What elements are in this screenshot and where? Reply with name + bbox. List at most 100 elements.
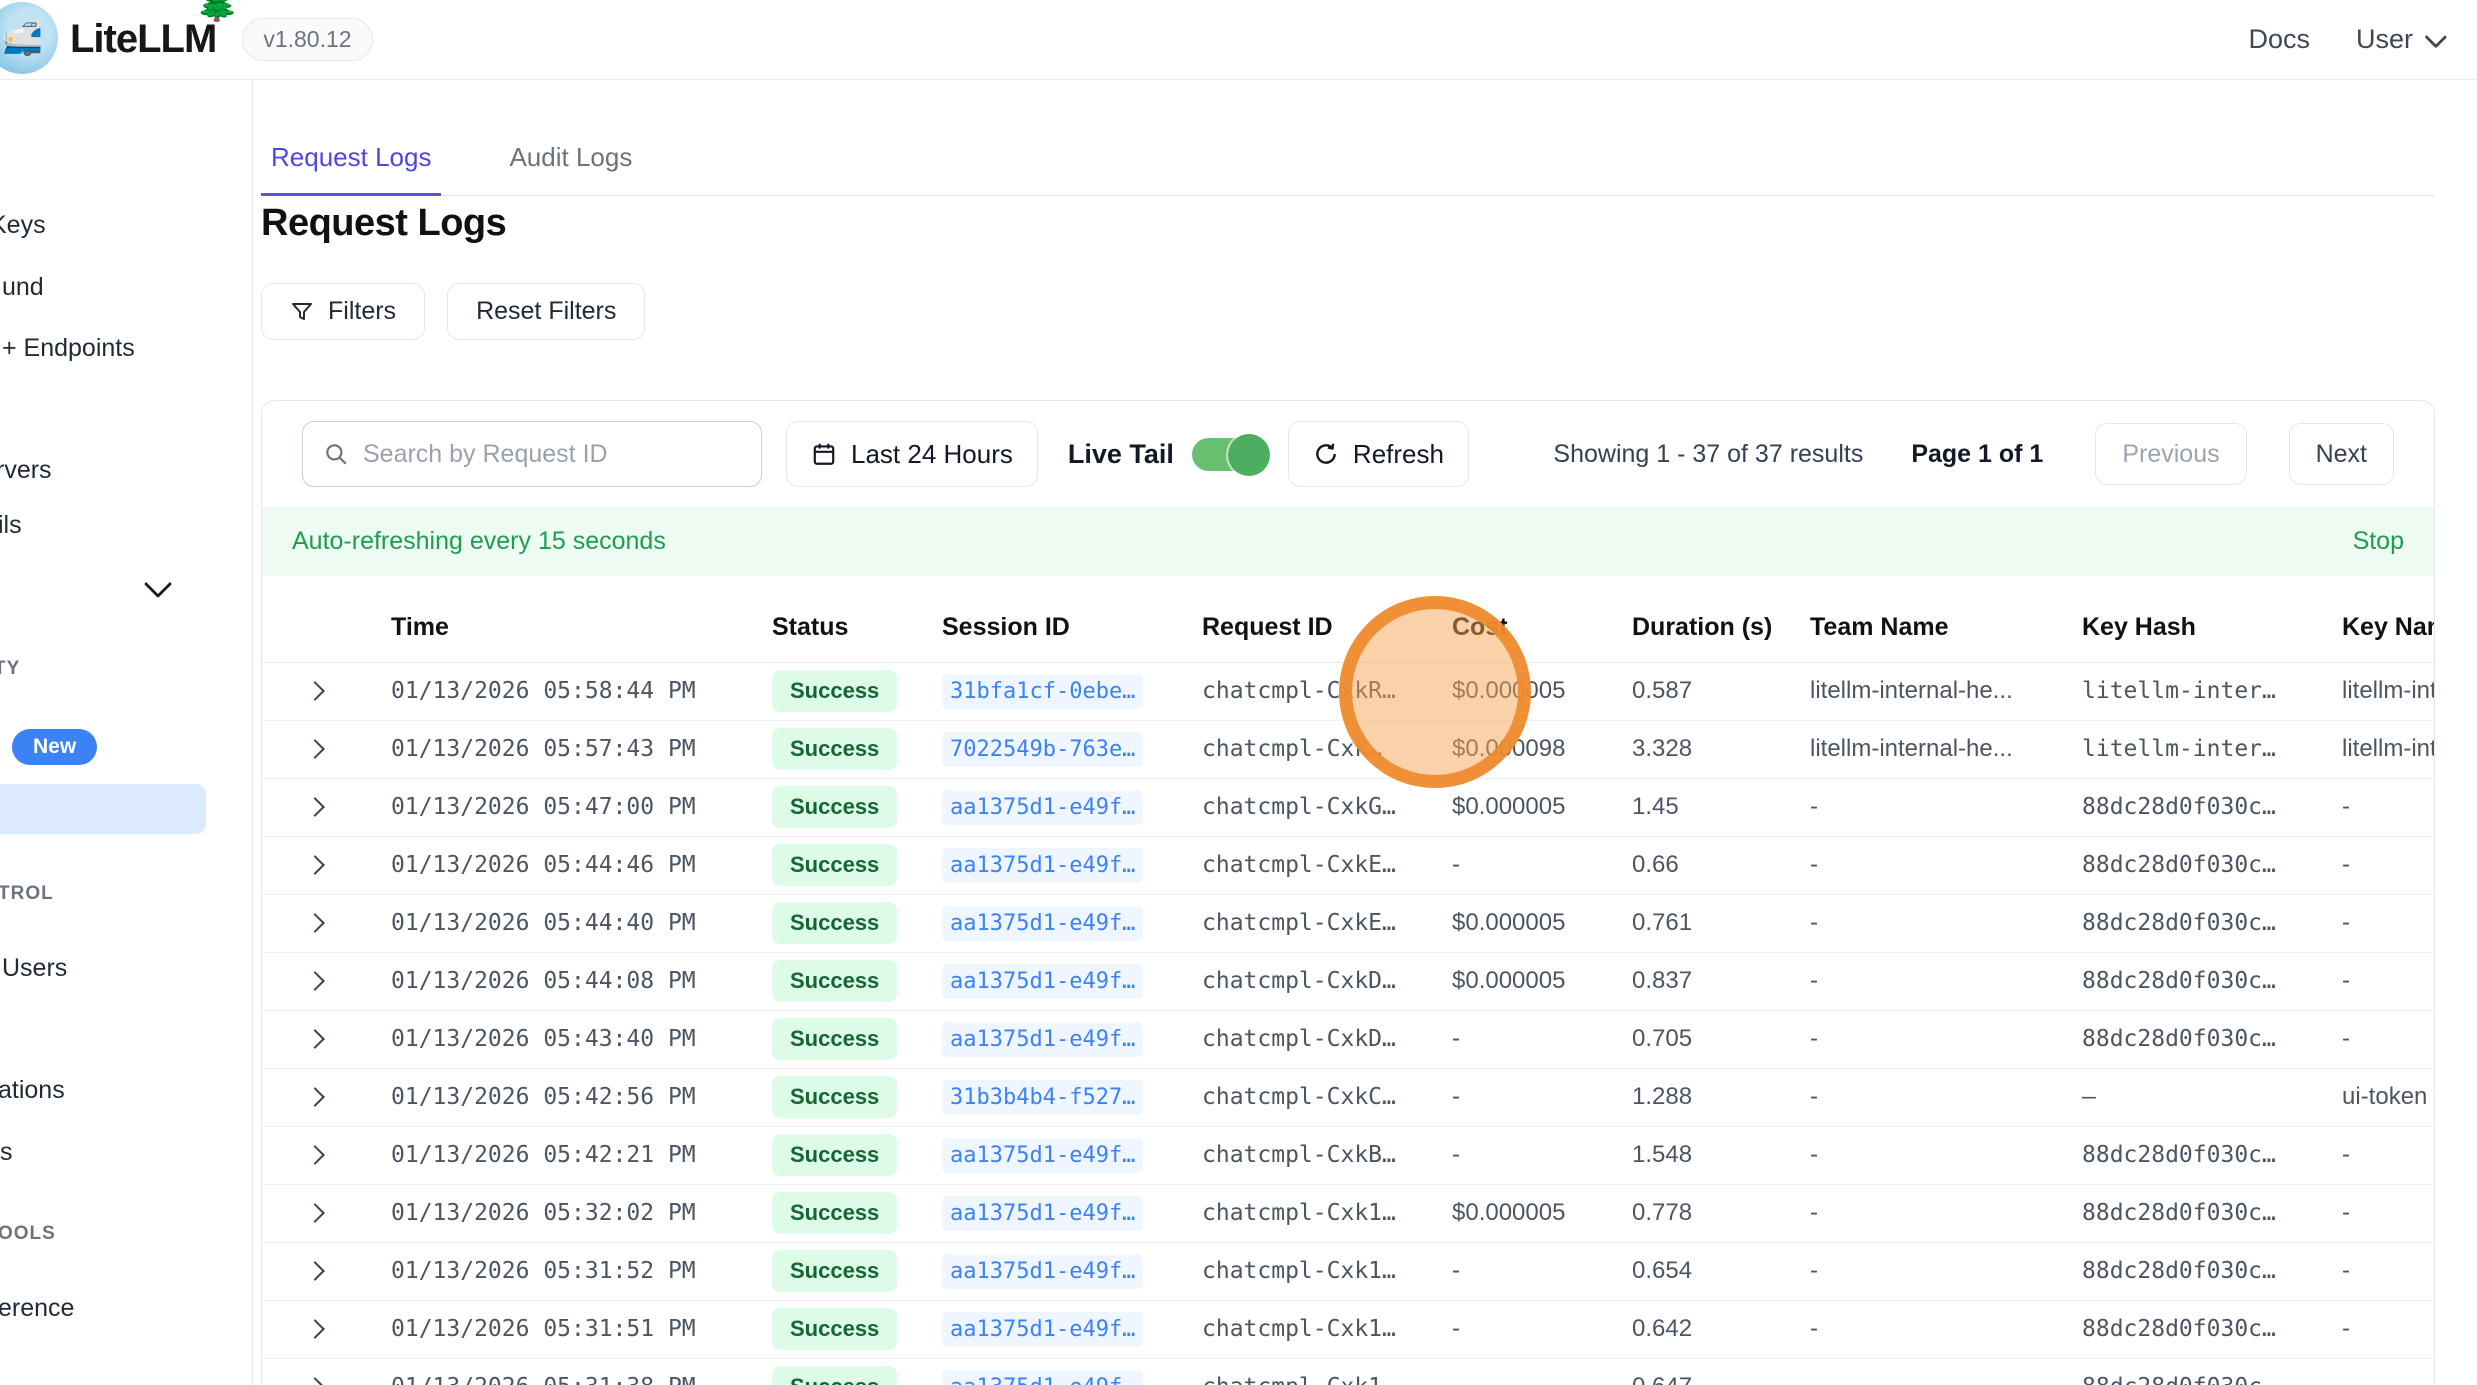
session-id-link[interactable]: 7022549b-763e… [942,732,1143,767]
expander-cell [262,1010,362,1068]
table-row: 01/13/2026 05:31:51 PMSuccessaa1375d1-e4… [262,1300,2435,1358]
duration-cell: 0.587 [1612,662,1802,720]
session-id-link[interactable]: aa1375d1-e49f… [942,848,1143,883]
status-badge: Success [772,786,897,828]
status-cell: Success [752,720,922,778]
sidebar-item[interactable]: + Endpoints [2,332,135,364]
filters-label: Filters [328,297,396,326]
team-name-cell: - [1802,952,2062,1010]
chevron-right-icon[interactable] [305,1203,325,1223]
chevron-right-icon[interactable] [305,1087,325,1107]
key-hash-cell: 88dc28d0f030c… [2062,1242,2322,1300]
sidebar-collapse-chevron-icon[interactable] [144,570,172,598]
search-icon [323,441,349,467]
request-id-cell: chatcmpl-Cxk… [1182,720,1442,778]
next-page-button[interactable]: Next [2289,423,2394,485]
team-name-cell: - [1802,1126,2062,1184]
table-row: 01/13/2026 05:47:00 PM Success aa1375d1-e4… [262,778,2435,836]
session-id-link[interactable]: 31b3b4b4-f527… [942,1080,1143,1115]
status-cell: Success [752,1358,922,1385]
cost-cell: $0.000005 [1442,778,1612,836]
refresh-button[interactable]: Refresh [1288,421,1469,487]
chevron-right-icon[interactable] [305,1145,325,1165]
expander-cell [262,1126,362,1184]
cost-cell: - [1442,1010,1612,1068]
sidebar-item[interactable]: und [2,271,44,303]
user-menu[interactable]: User [2356,24,2441,55]
request-id-cell: chatcmpl-Cxk1… [1182,1184,1442,1242]
duration-cell: 0.66 [1612,836,1802,894]
time-range-button[interactable]: Last 24 Hours [786,421,1038,487]
team-name-cell: litellm-internal-he... [1802,720,2062,778]
reset-filters-button[interactable]: Reset Filters [447,283,645,340]
session-id-cell: aa1375d1-e49f… [922,1358,1182,1385]
calendar-icon [811,441,837,467]
time-cell: 01/13/2026 05:42:56 PM [362,1068,752,1126]
status-badge: Success [772,902,897,944]
sidebar-item[interactable]: Keys [0,209,46,241]
session-id-link[interactable]: 31bfa1cf-0ebe… [942,674,1143,709]
table-row: 01/13/2026 05:31:52 PMSuccessaa1375d1-e4… [262,1242,2435,1300]
session-id-link[interactable]: aa1375d1-e49f… [942,1254,1143,1289]
sidebar-item-selected[interactable] [0,784,206,834]
session-id-link[interactable]: aa1375d1-e49f… [942,1022,1143,1057]
tree-decoration-icon: 🌲 [196,0,238,24]
duration-cell: 3.328 [1612,720,1802,778]
session-id-link[interactable]: aa1375d1-e49f… [942,1138,1143,1173]
chevron-right-icon[interactable] [305,1377,325,1385]
chevron-right-icon[interactable] [305,971,325,991]
request-id-cell: chatcmpl-CxkD… [1182,952,1442,1010]
status-badge: Success [772,960,897,1002]
duration-cell: 0.761 [1612,894,1802,952]
session-id-link[interactable]: aa1375d1-e49f… [942,1196,1143,1231]
chevron-right-icon[interactable] [305,739,325,759]
sidebar-item[interactable]: erence [0,1292,74,1324]
chevron-right-icon[interactable] [305,1029,325,1049]
status-cell: Success [752,894,922,952]
search-input[interactable] [363,440,741,469]
refresh-label: Refresh [1353,439,1444,470]
time-range-label: Last 24 Hours [851,439,1013,470]
session-id-link[interactable]: aa1375d1-e49f… [942,964,1143,999]
filters-button[interactable]: Filters [261,283,425,340]
sidebar-item[interactable]: rvers [0,454,52,486]
chevron-right-icon[interactable] [305,797,325,817]
session-id-cell: aa1375d1-e49f… [922,778,1182,836]
tab-audit-logs[interactable]: Audit Logs [499,128,642,195]
key-name-cell: - [2322,894,2435,952]
session-id-link[interactable]: aa1375d1-e49f… [942,1312,1143,1347]
chevron-right-icon[interactable] [305,913,325,933]
previous-page-button[interactable]: Previous [2095,423,2246,485]
session-id-cell: 31bfa1cf-0ebe… [922,662,1182,720]
team-name-cell: - [1802,836,2062,894]
sidebar-section-label: OOLS [0,1223,56,1245]
chevron-right-icon[interactable] [305,681,325,701]
key-name-cell: - [2322,952,2435,1010]
expander-cell [262,1242,362,1300]
docs-link[interactable]: Docs [2248,24,2310,55]
column-header: Status [752,576,922,662]
time-cell: 01/13/2026 05:44:40 PM [362,894,752,952]
column-header: Key Hash [2062,576,2322,662]
team-name-cell: - [1802,1010,2062,1068]
live-tail-label: Live Tail [1068,439,1174,470]
key-hash-cell: 88dc28d0f030c… [2062,894,2322,952]
chevron-right-icon[interactable] [305,855,325,875]
status-badge: Success [772,1192,897,1234]
time-cell: 01/13/2026 05:42:21 PM [362,1126,752,1184]
live-tail-toggle[interactable] [1192,438,1264,471]
time-cell: 01/13/2026 05:47:00 PM [362,778,752,836]
sidebar-item[interactable]: s [0,1136,13,1168]
sidebar-item[interactable]: ations [0,1074,65,1106]
sidebar-item[interactable]: ils [0,509,22,541]
session-id-link[interactable]: aa1375d1-e49f… [942,790,1143,825]
session-id-link[interactable]: aa1375d1-e49f… [942,906,1143,941]
table-row: 01/13/2026 05:44:46 PMSuccessaa1375d1-e4… [262,836,2435,894]
tab-request-logs[interactable]: Request Logs [261,128,441,196]
table-row: 01/13/2026 05:44:08 PMSuccessaa1375d1-e4… [262,952,2435,1010]
sidebar-item[interactable]: Users [2,952,67,984]
session-id-link[interactable]: aa1375d1-e49f… [942,1370,1143,1385]
chevron-right-icon[interactable] [305,1319,325,1339]
chevron-right-icon[interactable] [305,1261,325,1281]
stop-auto-refresh-button[interactable]: Stop [2353,527,2404,556]
